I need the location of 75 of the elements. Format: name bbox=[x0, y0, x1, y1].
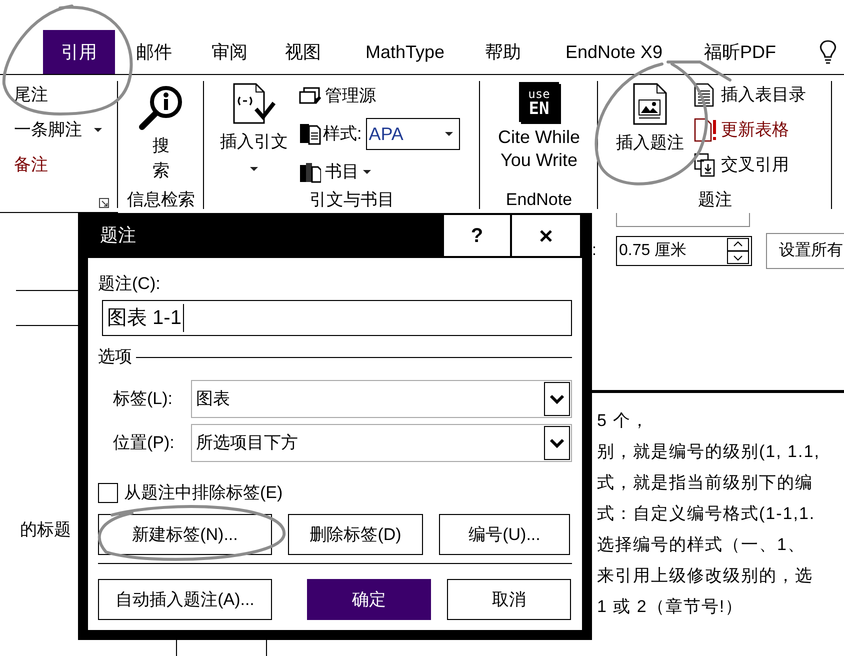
group-label: 信息检索 bbox=[127, 189, 195, 212]
ribbon-command[interactable]: 插入表目录 bbox=[694, 83, 806, 107]
insert-caption-button[interactable]: 插入题注 bbox=[612, 83, 688, 187]
text-cursor bbox=[183, 304, 184, 332]
spin-field[interactable]: 0.75 厘米 bbox=[616, 236, 752, 266]
dialog-title: 题注 bbox=[100, 224, 136, 247]
ribbon-tab[interactable]: MathType bbox=[340, 30, 470, 74]
cross-reference-icon bbox=[694, 153, 717, 177]
ribbon-command[interactable]: 一条脚注 bbox=[14, 116, 82, 142]
group-label: 引文与书目 bbox=[310, 189, 394, 212]
document-checkmark-icon bbox=[232, 83, 276, 125]
field-label: : bbox=[592, 241, 598, 261]
checkbox-label: 从题注中排除标签(E) bbox=[124, 482, 283, 504]
close-icon bbox=[540, 230, 552, 242]
ribbon-tab[interactable]: 帮助 bbox=[470, 30, 536, 74]
dropdown-caret-icon bbox=[94, 128, 102, 132]
field-label: 标签(L): bbox=[112, 388, 174, 410]
dropdown-caret-icon bbox=[250, 166, 258, 170]
style-label: 样式: bbox=[323, 123, 362, 146]
body-text: 的标题 bbox=[20, 520, 71, 539]
dropdown-field[interactable]: 图表 bbox=[191, 380, 572, 418]
dialog-launcher-icon bbox=[99, 198, 109, 208]
body-text: 5 个， bbox=[597, 410, 650, 432]
dialog-button[interactable]: 删除标签(D) bbox=[288, 514, 423, 555]
ribbon-command[interactable]: 更新表格 bbox=[694, 118, 806, 142]
field-label: 题注(C): bbox=[98, 274, 160, 294]
help-button[interactable]: ? bbox=[442, 213, 512, 258]
lightbulb-icon bbox=[819, 39, 837, 65]
dialog-button[interactable]: 编号(U)... bbox=[439, 514, 570, 555]
body-text: 式：自定义编号格式(1-1,1. bbox=[597, 503, 816, 525]
body-text: 别，就是编号的级别(1, 1.1, bbox=[597, 441, 821, 463]
manage-sources-button[interactable]: 管理源 bbox=[299, 84, 460, 108]
set-all-button[interactable]: 设置所有 bbox=[766, 233, 844, 269]
stacked-pages-icon bbox=[299, 87, 321, 105]
chevron-down-icon bbox=[544, 382, 570, 416]
close-button[interactable] bbox=[512, 213, 582, 258]
picture-document-icon bbox=[633, 83, 667, 125]
spinner-arrows-icon bbox=[727, 238, 749, 264]
field-label: 位置(P): bbox=[112, 432, 176, 454]
ribbon-tab[interactable]: 审阅 bbox=[193, 30, 266, 74]
chevron-down-icon bbox=[544, 426, 570, 460]
ribbon-command[interactable]: 交叉引用 bbox=[694, 153, 806, 177]
ribbon-tab[interactable]: 视图 bbox=[266, 30, 340, 74]
ribbon-tab[interactable]: EndNote X9 bbox=[536, 30, 692, 74]
endnote-logo: use EN bbox=[519, 82, 559, 122]
ribbon-command[interactable]: 尾注 bbox=[14, 82, 48, 108]
ribbon-tab[interactable]: 邮件 bbox=[115, 30, 193, 74]
body-text: 1 或 2（章节号!） bbox=[597, 596, 744, 618]
search-button[interactable]: 搜索 bbox=[138, 85, 184, 183]
document-exclamation-icon bbox=[694, 118, 717, 142]
dialog-button[interactable]: 自动插入题注(A)... bbox=[98, 579, 272, 620]
dialog-button[interactable]: 新建标签(N)... bbox=[98, 514, 272, 555]
ribbon-command[interactable]: 备注 bbox=[14, 152, 48, 178]
section-label: 选项 bbox=[98, 346, 132, 368]
dialog-button[interactable]: 取消 bbox=[447, 579, 571, 620]
dropdown-field[interactable]: 所选项目下方 bbox=[191, 424, 572, 462]
group-label: EndNote bbox=[506, 189, 572, 212]
body-text: 选择编号的样式（一、1、 bbox=[597, 534, 806, 556]
checkbox[interactable] bbox=[98, 483, 118, 503]
dropdown-caret-icon bbox=[363, 170, 371, 174]
style-dropdown[interactable]: APA bbox=[366, 118, 460, 150]
insert-citation-button[interactable]: 插入引文 bbox=[215, 83, 293, 187]
caption-input[interactable]: 图表 1-1 bbox=[102, 300, 572, 336]
ribbon-tab[interactable]: 引用 bbox=[43, 30, 115, 74]
dropdown-caret-icon bbox=[444, 132, 453, 136]
body-text: 来引用上级修改级别的，选 bbox=[597, 565, 814, 587]
books-icon bbox=[299, 161, 321, 183]
search-info-icon bbox=[138, 85, 184, 131]
bibliography-button[interactable]: 书目 bbox=[299, 160, 460, 184]
ribbon-tab[interactable]: 福昕PDF bbox=[692, 30, 788, 74]
body-text: 式，就是指当前级别下的编 bbox=[597, 472, 814, 494]
cite-while-you-write-button[interactable]: use EN Cite While You Write bbox=[491, 82, 587, 172]
book-page-icon bbox=[299, 123, 321, 145]
group-label: 题注 bbox=[698, 189, 732, 212]
dialog-button[interactable]: 确定 bbox=[307, 579, 431, 620]
